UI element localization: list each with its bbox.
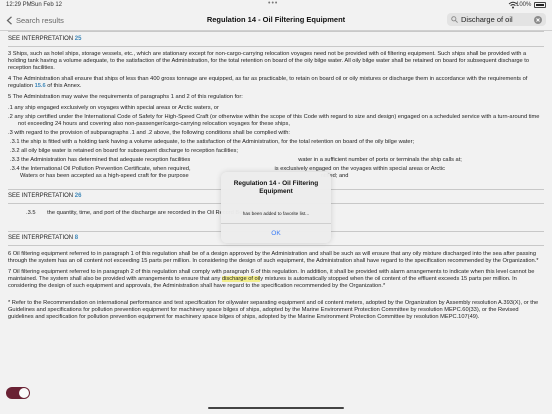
toggle-knob (19, 388, 29, 398)
battery-percentage: 100% (516, 2, 532, 8)
subitem-3-1: .3.1 the ship is fitted with a holding t… (10, 139, 415, 145)
alert-message: has been added to favorite list... (242, 211, 310, 216)
multitasking-dots-icon[interactable]: ••• (268, 0, 278, 7)
item-1: .1 any ship engaged exclusively on voyag… (8, 105, 219, 111)
favorite-alert: Regulation 14 - Oil Filtering Equipment … (221, 172, 331, 243)
status-bar: 12:29 PM Sun Feb 12 ••• 100% (0, 0, 552, 10)
favorite-toggle[interactable] (6, 387, 30, 399)
heading-label: SEE INTERPRETATION (8, 36, 74, 42)
alert-divider (221, 223, 331, 224)
subitem-3-4-cont-text: Waters or has been accepted as a high-sp… (20, 173, 189, 179)
divider (8, 46, 544, 47)
heading-label: SEE INTERPRETATION (8, 193, 74, 199)
alert-title: Regulation 14 - Oil Filtering Equipment (233, 180, 319, 195)
paragraph-4-tail: of this Annex. (47, 83, 82, 89)
subitem-3-5-text: the quantity, time, and port of the disc… (47, 210, 206, 216)
alert-ok-button[interactable]: OK (221, 230, 331, 237)
search-field[interactable]: Discharge of oil (447, 13, 546, 26)
clear-search-icon[interactable] (534, 15, 542, 24)
interpretation-link[interactable]: 26 (75, 193, 82, 199)
paragraph-4-text: 4 The Administration shall ensure that s… (8, 76, 528, 89)
item-3: .3 with regard to the provision of subpa… (8, 130, 291, 136)
heading-label: SEE INTERPRETATION (8, 235, 74, 241)
footnote: * Refer to the Recommendation on interna… (8, 300, 539, 320)
battery-icon (534, 2, 546, 8)
regulation-link[interactable]: 15.6 (35, 83, 46, 89)
navigation-bar: Search results Regulation 14 - Oil Filte… (0, 10, 552, 31)
paragraph-5: 5 The Administration may waive the requi… (8, 94, 243, 100)
chevron-left-icon (6, 15, 12, 25)
back-button-label: Search results (16, 15, 64, 25)
divider (8, 245, 544, 246)
subitem-3-4-text: .3.4 the International Oil Pollution Pre… (10, 166, 191, 172)
paragraph-4: 4 The Administration shall ensure that s… (8, 76, 544, 90)
divider (8, 31, 544, 32)
search-icon (451, 16, 458, 23)
interpretation-link[interactable]: 8 (75, 235, 78, 241)
status-time: 12:29 PM (6, 2, 32, 8)
subitem-3-3: .3.3 the Administration has determined t… (8, 157, 544, 164)
subitem-3-5-number: .3.5 (26, 210, 36, 216)
subitem-3-2: .3.2 all oily bilge water is retained on… (10, 148, 238, 154)
back-button[interactable]: Search results (6, 14, 64, 26)
status-date: Sun Feb 12 (31, 2, 63, 8)
paragraph-6: 6 Oil filtering equipment referred to in… (8, 251, 539, 264)
item-2: .2 any ship certified under the Internat… (8, 114, 540, 127)
interpretation-link[interactable]: 25 (75, 36, 82, 42)
subitem-3-3-tail: water in a sufficient number of ports or… (298, 157, 462, 163)
paragraph-7: 7 Oil filtering equipment referred to in… (8, 269, 544, 290)
search-input[interactable]: Discharge of oil (461, 15, 513, 24)
subitem-3-3-text: .3.3 the Administration has determined t… (10, 157, 191, 163)
search-highlight: discharge of oil (221, 276, 261, 282)
section-heading: SEE INTERPRETATION 25 (8, 36, 544, 43)
paragraph-3: 3 Ships, such as hotel ships, storage ve… (8, 51, 530, 71)
home-indicator (208, 407, 344, 409)
